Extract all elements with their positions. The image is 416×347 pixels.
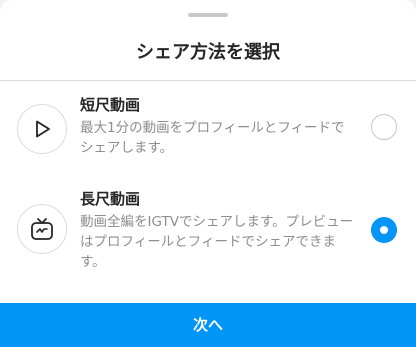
- option-description: 最大1分の動画をプロフィールとフィードでシェアします。: [80, 120, 345, 156]
- option-short-text: 短尺動画 最大1分の動画をプロフィールとフィードでシェアします。: [80, 94, 355, 158]
- sheet-title: シェア方法を選択: [136, 42, 280, 63]
- option-description: 動画全編をIGTVでシェアします。プレビューはプロフィールとフィードでシェアでき…: [80, 214, 354, 270]
- play-icon: [17, 104, 67, 154]
- igtv-icon: [17, 204, 67, 254]
- radio-unselected[interactable]: [371, 114, 397, 140]
- share-method-sheet: シェア方法を選択 短尺動画 最大1分の動画をプロフィールとフィードでシェアします…: [0, 0, 416, 347]
- option-long-video[interactable]: 長尺動画 動画全編をIGTVでシェアします。プレビューはプロフィールとフィードで…: [0, 188, 416, 272]
- title-divider: [0, 80, 416, 81]
- radio-selected[interactable]: [371, 217, 397, 243]
- option-title: 長尺動画: [80, 190, 141, 208]
- drag-handle[interactable]: [188, 13, 228, 17]
- next-button[interactable]: 次へ: [0, 303, 416, 347]
- option-long-text: 長尺動画 動画全編をIGTVでシェアします。プレビューはプロフィールとフィードで…: [80, 188, 355, 272]
- option-title: 短尺動画: [80, 96, 141, 114]
- option-short-video[interactable]: 短尺動画 最大1分の動画をプロフィールとフィードでシェアします。: [0, 94, 416, 170]
